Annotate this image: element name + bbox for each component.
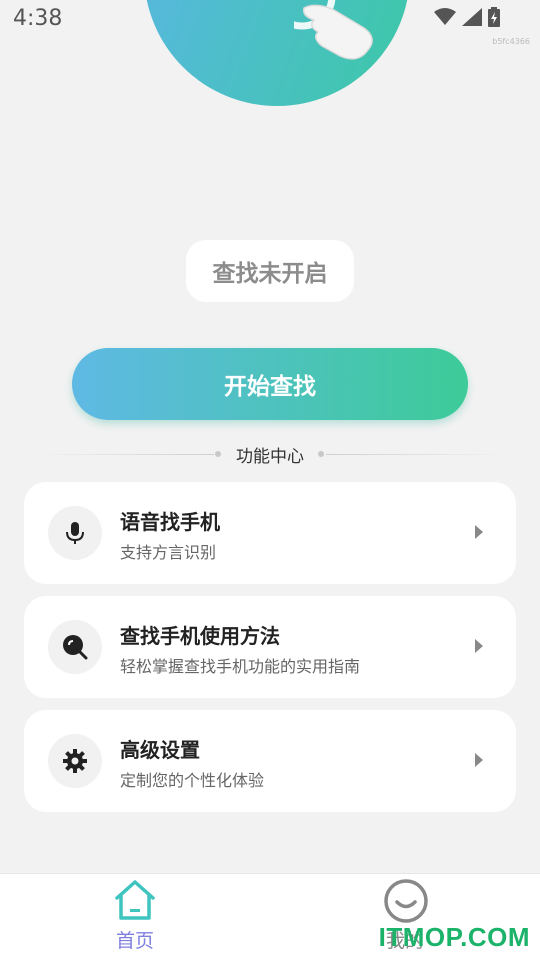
card-subtitle: 支持方言识别 bbox=[120, 543, 217, 562]
advanced-settings-card[interactable]: 高级设置 定制您的个性化体验 bbox=[24, 710, 516, 812]
device-id-text: b5fc4366 bbox=[492, 37, 530, 46]
card-title: 高级设置 bbox=[120, 738, 200, 762]
battery-icon bbox=[488, 7, 500, 27]
wifi-icon bbox=[434, 8, 456, 25]
microphone-icon bbox=[66, 522, 84, 544]
card-title: 语音找手机 bbox=[120, 510, 220, 534]
chevron-right-icon bbox=[475, 639, 483, 653]
divider-line-right bbox=[326, 454, 506, 455]
card-title: 查找手机使用方法 bbox=[120, 624, 280, 648]
chevron-right-icon bbox=[475, 525, 483, 539]
chevron-right-icon bbox=[475, 753, 483, 767]
nav-label-home: 首页 bbox=[115, 930, 154, 952]
section-header: 功能中心 bbox=[34, 440, 506, 468]
divider-dot-right bbox=[318, 451, 324, 457]
gear-icon bbox=[63, 749, 87, 773]
card-icon-background bbox=[48, 506, 102, 560]
nav-item-home[interactable]: 首页 bbox=[75, 874, 195, 961]
status-icons bbox=[434, 7, 500, 27]
card-subtitle: 定制您的个性化体验 bbox=[120, 771, 265, 790]
status-time: 4:38 bbox=[13, 6, 63, 31]
card-icon-background bbox=[48, 734, 102, 788]
search-status-text: 查找未开启 bbox=[212, 261, 328, 287]
start-search-label: 开始查找 bbox=[224, 373, 316, 399]
card-icon-background bbox=[48, 620, 102, 674]
usage-guide-card[interactable]: 查找手机使用方法 轻松掌握查找手机功能的实用指南 bbox=[24, 596, 516, 698]
card-subtitle: 轻松掌握查找手机功能的实用指南 bbox=[120, 657, 361, 676]
voice-find-card[interactable]: 语音找手机 支持方言识别 bbox=[24, 482, 516, 584]
status-bar: 4:38 b5fc4366 bbox=[0, 0, 540, 46]
smile-icon bbox=[384, 879, 428, 923]
watermark-text: ITMOP.COM bbox=[378, 922, 530, 952]
search-status-badge: 查找未开启 bbox=[186, 240, 354, 302]
start-search-button[interactable]: 开始查找 bbox=[72, 348, 468, 420]
signal-icon bbox=[462, 8, 482, 26]
home-icon bbox=[115, 880, 155, 920]
search-icon bbox=[63, 635, 88, 660]
